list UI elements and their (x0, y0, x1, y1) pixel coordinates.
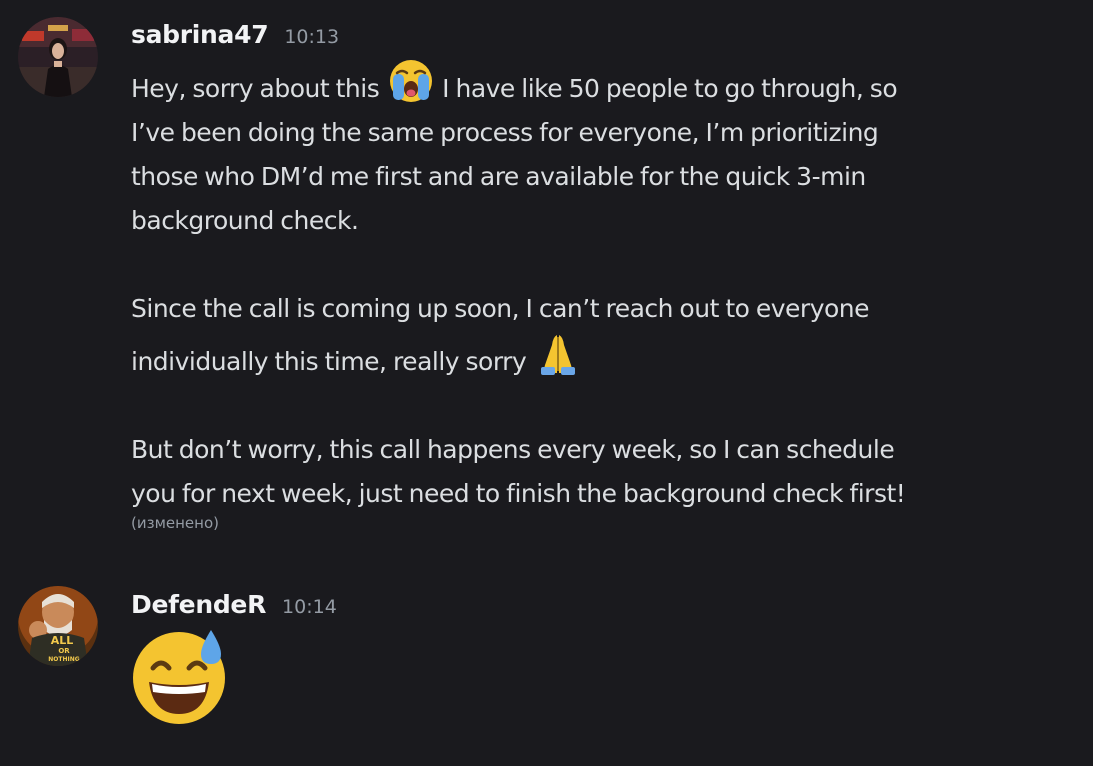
username[interactable]: DefendeR (131, 590, 266, 619)
message-header: DefendeR 10:14 (131, 590, 337, 619)
timestamp[interactable]: 10:14 (282, 596, 337, 618)
avatar-sabrina47[interactable] (18, 17, 98, 97)
message-text: those who DM’d me first and are availabl… (131, 162, 866, 191)
folded-hands-icon (540, 335, 575, 375)
message-text: But don’t worry, this call happens every… (131, 435, 895, 464)
message-paragraph: But don’t worry, this call happens every… (131, 428, 1081, 516)
message-text: I have like 50 people to go through, so (442, 74, 898, 103)
timestamp[interactable]: 10:13 (284, 26, 339, 48)
grinning-face-with-sweat-icon (133, 630, 225, 724)
svg-text:OR: OR (58, 647, 70, 655)
message-text: Since the call is coming up soon, I can’… (131, 294, 870, 323)
message-text: background check. (131, 206, 359, 235)
message-content: Hey, sorry about this I have like 50 peo… (131, 58, 1081, 516)
chat-area: sabrina47 10:13 Hey, sorry about this I … (0, 0, 1093, 766)
message-paragraph: Hey, sorry about this I have like 50 peo… (131, 58, 1081, 243)
message-text: you for next week, just need to finish t… (131, 479, 906, 508)
svg-text:NOTHING: NOTHING (48, 656, 79, 663)
message-header: sabrina47 10:13 (131, 20, 339, 49)
loudly-crying-face-icon (389, 60, 432, 102)
message-text: Hey, sorry about this (131, 74, 380, 103)
avatar-defender[interactable]: ALL OR NOTHING (18, 586, 98, 666)
svg-text:ALL: ALL (51, 634, 74, 647)
username[interactable]: sabrina47 (131, 20, 269, 49)
message-text: I’ve been doing the same process for eve… (131, 118, 879, 147)
message-text: individually this time, really sorry (131, 347, 527, 376)
edited-label: (изменено) (131, 514, 219, 532)
message-paragraph: Since the call is coming up soon, I can’… (131, 287, 1081, 384)
